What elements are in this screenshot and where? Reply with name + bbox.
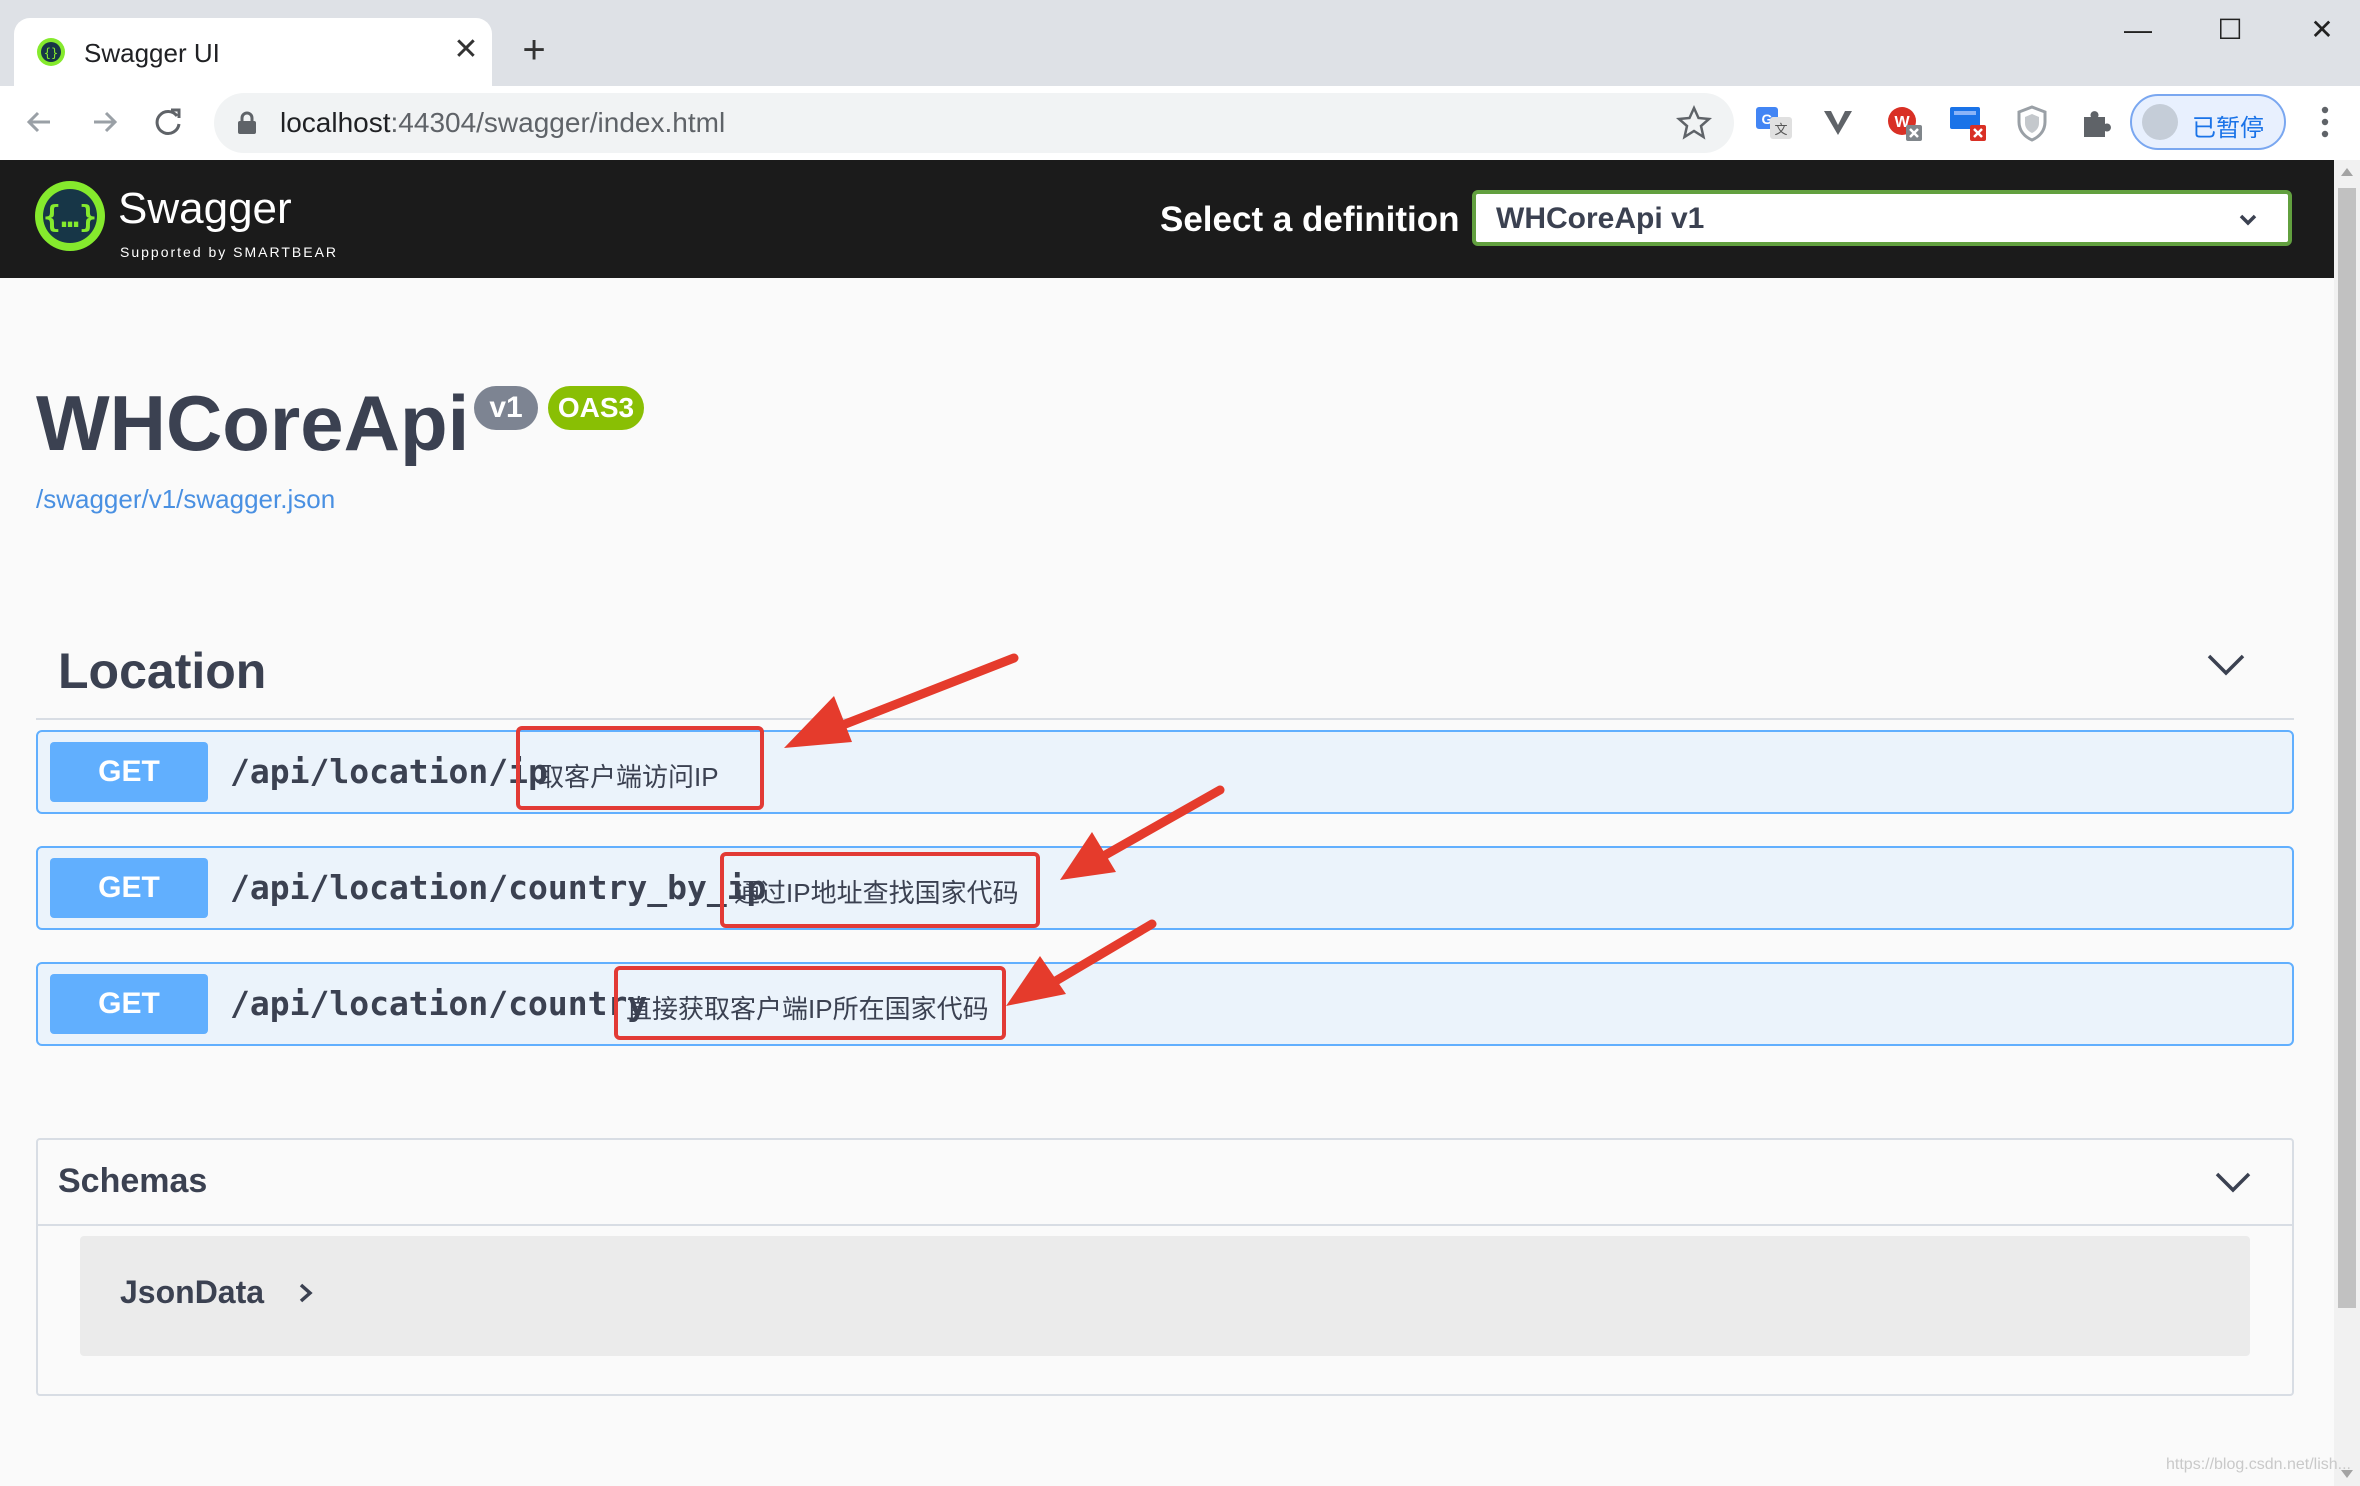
profile-button[interactable]: 已暂停 bbox=[2130, 94, 2286, 150]
tag-header-location[interactable]: Location bbox=[36, 612, 2294, 720]
annotation-box bbox=[720, 852, 1040, 928]
model-name: JsonData bbox=[120, 1274, 265, 1310]
browser-tabstrip: {} Swagger UI ✕ + — ☐ ✕ bbox=[0, 0, 2360, 86]
window-minimize-button[interactable]: — bbox=[2108, 10, 2168, 50]
api-title: WHCoreApi bbox=[36, 379, 470, 467]
swagger-topbar: {…} Swagger Supported by SMARTBEAR Selec… bbox=[0, 160, 2334, 278]
chevron-down-icon bbox=[2239, 214, 2257, 226]
model-jsondata[interactable]: JsonData bbox=[80, 1236, 2250, 1356]
swagger-favicon-icon: {} bbox=[37, 38, 65, 66]
definition-select[interactable]: WHCoreApi v1 bbox=[1472, 190, 2292, 246]
method-badge: GET bbox=[50, 974, 208, 1034]
schemas-title: Schemas bbox=[58, 1162, 208, 1200]
reload-icon[interactable] bbox=[146, 100, 190, 144]
scrollbar-thumb[interactable] bbox=[2338, 188, 2356, 1308]
watermark: https://blog.csdn.net/lish... bbox=[2166, 1456, 2351, 1473]
method-badge: GET bbox=[50, 742, 208, 802]
address-bar[interactable]: localhost:44304/swagger/index.html bbox=[214, 93, 1734, 153]
definition-value: WHCoreApi v1 bbox=[1496, 202, 1705, 235]
schemas-section: Schemas JsonData bbox=[36, 1138, 2294, 1396]
shield-icon[interactable] bbox=[2012, 103, 2052, 143]
chevron-down-icon[interactable] bbox=[2206, 652, 2246, 678]
swagger-tagline: Supported by SMARTBEAR bbox=[120, 244, 339, 260]
new-tab-button[interactable]: + bbox=[512, 30, 556, 74]
method-badge: GET bbox=[50, 858, 208, 918]
version-badge: v1 bbox=[474, 386, 538, 430]
svg-text:文: 文 bbox=[1774, 122, 1787, 137]
tag-name: Location bbox=[58, 643, 267, 699]
chevron-down-icon[interactable] bbox=[2214, 1170, 2252, 1194]
avatar bbox=[2142, 104, 2178, 140]
tab-close-icon[interactable]: ✕ bbox=[448, 32, 484, 68]
definition-label: Select a definition bbox=[1160, 200, 1460, 239]
back-icon[interactable] bbox=[18, 100, 62, 144]
scroll-up-arrow-icon[interactable] bbox=[2341, 168, 2353, 176]
menu-icon[interactable] bbox=[2310, 100, 2340, 144]
browser-tab[interactable]: {} Swagger UI ✕ bbox=[14, 18, 492, 86]
annotation-box bbox=[516, 726, 764, 810]
tab-title: Swagger UI bbox=[84, 38, 220, 68]
puzzle-icon[interactable] bbox=[2076, 103, 2116, 143]
operation-get-country[interactable]: GET /api/location/country 直接获取客户端IP所在国家代… bbox=[36, 962, 2294, 1046]
v-extension-icon[interactable] bbox=[1818, 103, 1858, 143]
operation-path: /api/location/country bbox=[230, 984, 648, 1023]
window-maximize-button[interactable]: ☐ bbox=[2200, 10, 2260, 50]
scrollbar[interactable] bbox=[2334, 160, 2360, 1486]
profile-status-label: 已暂停 bbox=[2192, 115, 2264, 142]
window-close-button[interactable]: ✕ bbox=[2292, 10, 2352, 50]
schemas-header[interactable]: Schemas bbox=[38, 1140, 2292, 1226]
chevron-right-icon[interactable] bbox=[298, 1282, 314, 1304]
url-text: localhost:44304/swagger/index.html bbox=[280, 107, 726, 138]
lock-icon bbox=[238, 111, 256, 134]
operation-path: /api/location/country_by_ip bbox=[230, 868, 767, 907]
forward-icon[interactable] bbox=[82, 100, 126, 144]
translate-icon[interactable]: G 文 bbox=[1754, 103, 1794, 143]
svg-text:{…}: {…} bbox=[43, 200, 97, 235]
operation-get-location-ip[interactable]: GET /api/location/ip 取客户端访问IP bbox=[36, 730, 2294, 814]
swagger-logo-icon[interactable]: {…} bbox=[34, 180, 106, 252]
adblock-icon[interactable]: W bbox=[1884, 103, 1924, 143]
swagger-wordmark: Swagger bbox=[118, 184, 292, 233]
operation-get-country-by-ip[interactable]: GET /api/location/country_by_ip 通过IP地址查找… bbox=[36, 846, 2294, 930]
browser-toolbar: localhost:44304/swagger/index.html G 文 W… bbox=[0, 86, 2360, 161]
annotation-box bbox=[614, 966, 1006, 1040]
screen-extension-icon[interactable] bbox=[1948, 103, 1988, 143]
star-icon[interactable] bbox=[1674, 103, 1714, 143]
operation-path: /api/location/ip bbox=[230, 752, 548, 791]
oas-badge: OAS3 bbox=[548, 386, 644, 430]
svg-text:{}: {} bbox=[44, 46, 58, 60]
swagger-json-link[interactable]: /swagger/v1/swagger.json bbox=[36, 484, 335, 515]
